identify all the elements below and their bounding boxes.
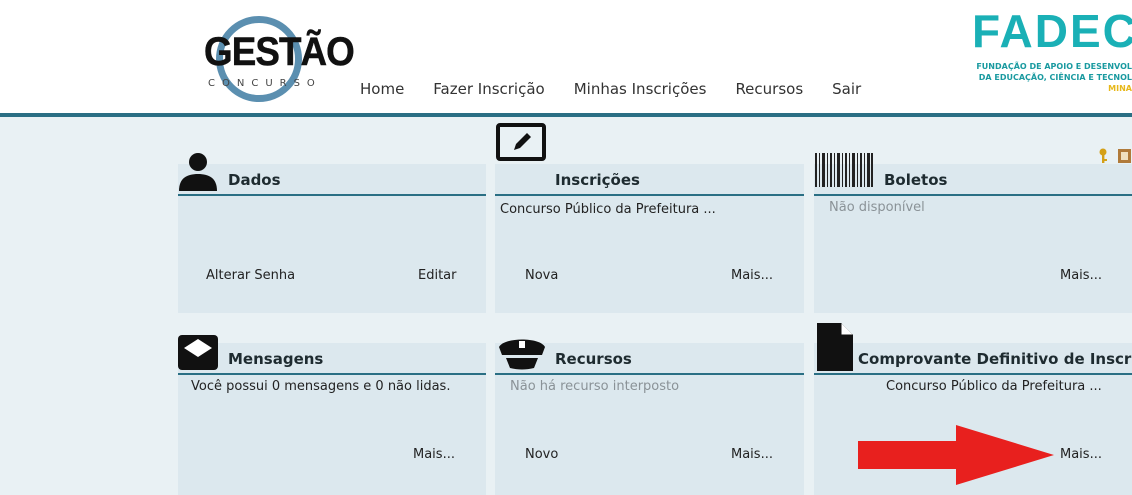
nav-recursos[interactable]: Recursos [735,80,803,102]
nav-fazer-inscricao[interactable]: Fazer Inscrição [433,80,544,102]
header-divider [0,113,1132,117]
boletos-mais-link[interactable]: Mais... [1060,268,1102,283]
panel-mensagens-title: Mensagens [228,350,324,368]
inscricoes-mais-link[interactable]: Mais... [731,268,773,283]
panel-boletos-title: Boletos [884,171,948,189]
fadeci-logo: FADECI FUNDAÇÃO DE APOIO E DESENVOL DA E… [968,4,1132,104]
comprovante-concurso-text[interactable]: Concurso Público da Prefeitura ... [886,379,1102,394]
nav-minhas-inscricoes[interactable]: Minhas Inscrições [574,80,707,102]
fadeci-subtitle-2: DA EDUCAÇÃO, CIÊNCIA E TECNOL [978,73,1132,82]
comprovante-mais-link[interactable]: Mais... [1060,447,1102,462]
boletos-status-text: Não disponível [829,200,925,215]
nova-inscricao-link[interactable]: Nova [525,268,558,283]
fadeci-subtitle-1: FUNDAÇÃO DE APOIO E DESENVOL [976,62,1132,71]
user-icon [179,153,217,191]
panel-inscricoes: Inscrições Concurso Público da Prefeitur… [495,164,804,313]
key-icon[interactable] [1098,148,1132,164]
envelope-icon [178,335,218,370]
barcode-icon [815,153,873,187]
editar-link[interactable]: Editar [418,268,457,283]
panel-mensagens: Mensagens Você possui 0 mensagens e 0 nã… [178,343,486,495]
main-nav: Home Fazer Inscrição Minhas Inscrições R… [360,80,890,102]
document-icon [817,323,853,371]
panel-dados-header: Dados [178,164,486,196]
fadeci-subtitle-3: MINA [1108,84,1132,93]
red-arrow [858,425,1054,485]
inscricao-concurso-text[interactable]: Concurso Público da Prefeitura ... [500,202,716,217]
mensagens-count-text: Você possui 0 mensagens e 0 não lidas. [191,379,451,394]
panel-comprovante-header: Comprovante Definitivo de Inscrição [814,343,1132,375]
recursos-mais-link[interactable]: Mais... [731,447,773,462]
alterar-senha-link[interactable]: Alterar Senha [206,268,295,283]
panel-dados: Dados Alterar Senha Editar [178,164,486,313]
panel-dados-title: Dados [228,171,281,189]
nav-home[interactable]: Home [360,80,404,102]
police-cap-icon [499,339,545,370]
panel-comprovante-title: Comprovante Definitivo de Inscrição [858,350,1132,368]
panel-recursos-title: Recursos [555,350,632,368]
novo-recurso-link[interactable]: Novo [525,447,558,462]
fadeci-title: FADECI [972,5,1132,57]
gestao-concurso-logo[interactable]: GESTÃO CONCURSO [196,12,355,104]
recursos-status-text: Não há recurso interposto [510,379,680,394]
panel-inscricoes-title: Inscrições [555,171,640,189]
nav-sair[interactable]: Sair [832,80,861,102]
panel-inscricoes-header: Inscrições [495,164,804,196]
header: GESTÃO CONCURSO Home Fazer Inscrição Min… [0,0,1132,113]
panel-mensagens-header: Mensagens [178,343,486,375]
logo-main-text: GESTÃO [204,30,355,75]
edit-icon [496,123,546,161]
mensagens-mais-link[interactable]: Mais... [413,447,455,462]
logo-sub-text: CONCURSO [208,78,322,89]
